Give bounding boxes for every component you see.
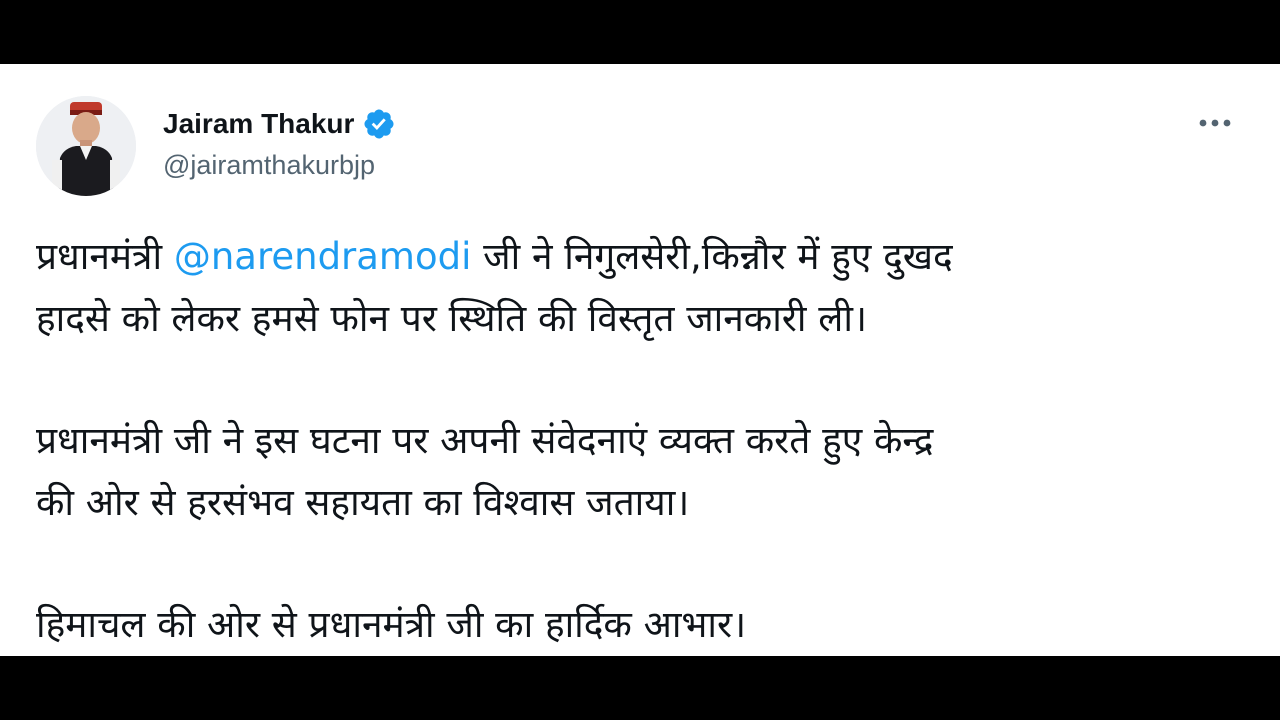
mention-link[interactable]: @narendramodi bbox=[174, 235, 472, 278]
author-handle[interactable]: @jairamthakurbjp bbox=[163, 150, 375, 181]
paragraph-1-prefix: प्रधानमंत्री bbox=[36, 235, 174, 278]
video-frame: Jairam Thakur @jairamthakurbjp प्रधानमंत… bbox=[0, 0, 1280, 720]
paragraph-1-line-1: प्रधानमंत्री @narendramodi जी ने निगुलसे… bbox=[36, 226, 1256, 288]
tweet-card: Jairam Thakur @jairamthakurbjp प्रधानमंत… bbox=[0, 64, 1280, 656]
paragraph-1-suffix: जी ने निगुलसेरी,किन्नौर में हुए दुखद bbox=[471, 235, 953, 278]
author-name-row: Jairam Thakur bbox=[163, 104, 396, 144]
paragraph-2-line-2: की ओर से हरसंभव सहायता का विश्वास जताया। bbox=[36, 481, 690, 524]
avatar[interactable] bbox=[36, 96, 136, 196]
paragraph-1-line-2: हादसे को लेकर हमसे फोन पर स्थिति की विस्… bbox=[36, 297, 867, 340]
paragraph-2-line-1: प्रधानमंत्री जी ने इस घटना पर अपनी संवेद… bbox=[36, 419, 934, 462]
author-display-name[interactable]: Jairam Thakur bbox=[163, 108, 354, 140]
paragraph-3-line-1: हिमाचल की ओर से प्रधानमंत्री जी का हार्द… bbox=[36, 603, 747, 646]
verified-badge-icon bbox=[362, 107, 396, 141]
tweet-text: प्रधानमंत्री @narendramodi जी ने निगुलसे… bbox=[36, 226, 1256, 656]
avatar-image bbox=[36, 96, 136, 196]
more-options-icon[interactable] bbox=[1194, 106, 1236, 140]
